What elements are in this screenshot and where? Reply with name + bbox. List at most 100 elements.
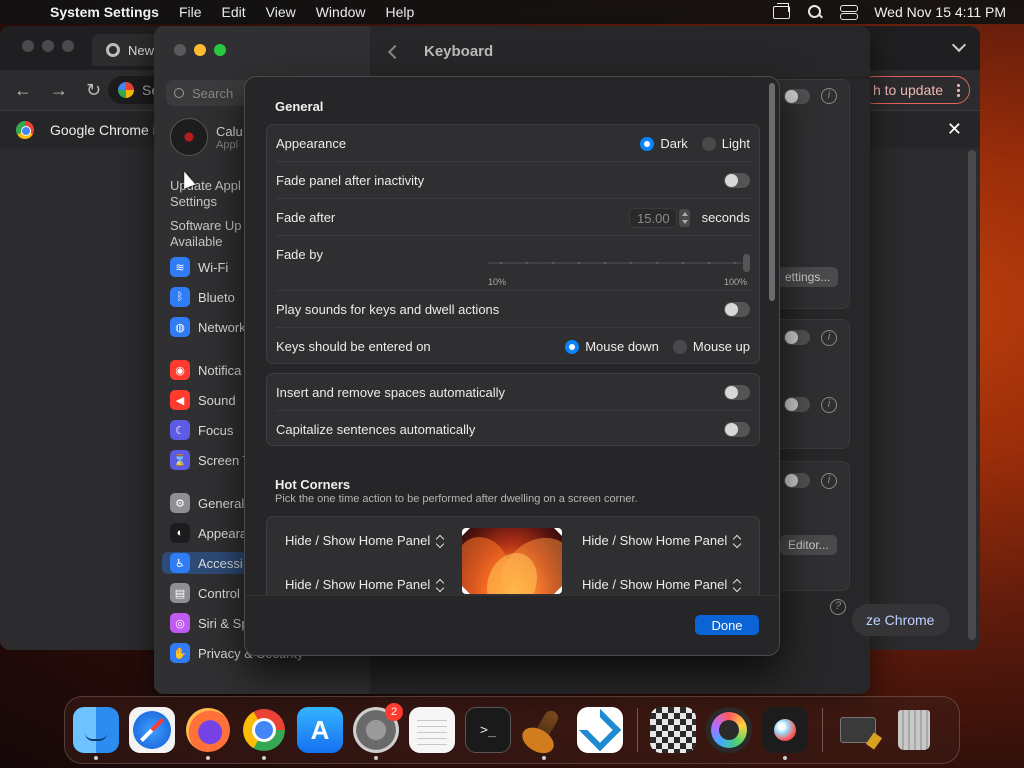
- search-icon: [174, 88, 184, 98]
- sidebar-item-blueto[interactable]: ᛒ Blueto: [170, 286, 235, 308]
- radio-dark-indicator[interactable]: [640, 137, 655, 152]
- help-icon[interactable]: ?: [830, 599, 846, 615]
- sidebar-item-control[interactable]: ▤ Control: [170, 582, 240, 604]
- chrome-scrollbar[interactable]: [968, 150, 976, 640]
- downloads-folder-icon[interactable]: [835, 707, 881, 753]
- chrome-minimize-button[interactable]: [42, 40, 54, 52]
- menu-view[interactable]: View: [266, 4, 296, 20]
- garageband-icon[interactable]: [521, 707, 567, 760]
- settings-close-button[interactable]: [174, 44, 186, 56]
- settings-zoom-button[interactable]: [214, 44, 226, 56]
- corner-top-right-marker: [554, 528, 562, 536]
- hot-corner-bottom-right-select[interactable]: Hide / Show Home Panel: [582, 577, 743, 592]
- radio-mouse-down[interactable]: Mouse down: [565, 339, 659, 355]
- chrome-window-controls: [22, 40, 74, 52]
- done-button[interactable]: Done: [695, 615, 759, 635]
- safari-icon[interactable]: [129, 707, 175, 753]
- system-settings-icon[interactable]: 2: [353, 703, 403, 760]
- menu-window[interactable]: Window: [316, 4, 366, 20]
- info-icon-3[interactable]: i: [821, 397, 837, 413]
- optimize-chrome-button[interactable]: ze Chrome: [852, 604, 951, 636]
- sidebar-item-appeara[interactable]: ◐ Appeara: [170, 522, 247, 544]
- trash-icon[interactable]: [891, 707, 937, 753]
- sidebar-item-icon: ☾: [170, 420, 190, 440]
- more-vertical-icon[interactable]: [957, 83, 960, 97]
- back-chevron-icon[interactable]: [387, 44, 403, 59]
- radio-light-indicator[interactable]: [701, 137, 716, 152]
- info-icon-2[interactable]: i: [821, 330, 837, 346]
- sidebar-item-focus[interactable]: ☾ Focus: [170, 419, 233, 441]
- sidebar-item-notifica[interactable]: ◉ Notifica: [170, 359, 241, 381]
- textedit-icon[interactable]: [409, 707, 455, 753]
- info-icon-4[interactable]: i: [821, 473, 837, 489]
- chrome-icon[interactable]: [241, 707, 287, 760]
- sidebar-item-screen-t[interactable]: ⌛ Screen T: [170, 449, 251, 471]
- sidebar-item-wi-fi[interactable]: ≋ Wi-Fi: [170, 256, 228, 278]
- radio-light[interactable]: Light: [701, 136, 750, 152]
- update-apple-id-link[interactable]: Update Appl Settings: [170, 178, 241, 210]
- menu-clock[interactable]: Wed Nov 15 4:11 PM: [874, 4, 1006, 20]
- updown-chevron-icon: [733, 534, 743, 548]
- chrome-update-button[interactable]: h to update: [859, 76, 970, 104]
- bg-editor-button[interactable]: Editor...: [780, 535, 837, 555]
- menu-file[interactable]: File: [179, 4, 202, 20]
- bg-settings-button[interactable]: ettings...: [777, 267, 839, 287]
- menu-edit[interactable]: Edit: [222, 4, 246, 20]
- back-arrow-icon[interactable]: ←: [14, 80, 32, 101]
- chrome-zoom-button[interactable]: [62, 40, 74, 52]
- fade-after-stepper-button[interactable]: [678, 208, 690, 227]
- menu-app-name[interactable]: System Settings: [50, 4, 159, 20]
- fade-panel-toggle[interactable]: [724, 173, 750, 188]
- terminal-icon[interactable]: >_: [465, 707, 511, 753]
- close-icon[interactable]: ✕: [947, 119, 962, 140]
- spotlight-search-icon[interactable]: [808, 5, 822, 19]
- sidebar-item-general[interactable]: ⚙ General: [170, 492, 244, 514]
- reload-icon[interactable]: ↻: [86, 80, 101, 101]
- forward-arrow-icon[interactable]: →: [50, 80, 68, 101]
- radio-mouse-up-indicator[interactable]: [672, 340, 687, 355]
- control-center-icon[interactable]: [840, 5, 859, 20]
- fade-after-input[interactable]: 15.00: [628, 207, 677, 228]
- chevron-down-icon[interactable]: [951, 37, 967, 53]
- settings-minimize-button[interactable]: [194, 44, 206, 56]
- color-picker-icon[interactable]: [706, 707, 752, 753]
- sidebar-item-label: Sound: [198, 392, 236, 408]
- sidebar-item-network[interactable]: ◍ Network: [170, 316, 246, 338]
- hot-corner-top-right-select[interactable]: Hide / Show Home Panel: [582, 533, 743, 548]
- radio-mouse-down-indicator[interactable]: [565, 340, 580, 355]
- window-switcher-icon[interactable]: [773, 2, 791, 19]
- sidebar-item-icon: ◍: [170, 317, 190, 337]
- bg-toggle-3[interactable]: [784, 397, 810, 412]
- finder-icon[interactable]: [73, 707, 119, 760]
- fade-by-slider-ticks: [488, 261, 748, 265]
- screen-recorder-icon[interactable]: [762, 707, 808, 760]
- apple-id-row[interactable]: Calu Appl: [170, 118, 243, 156]
- radio-mouse-up[interactable]: Mouse up: [672, 339, 750, 355]
- bg-toggle-1[interactable]: [784, 89, 810, 104]
- vscode-icon[interactable]: [577, 707, 623, 753]
- update-text-line-2: Settings: [170, 194, 217, 209]
- fade-after-row: Fade after 15.00 seconds: [267, 199, 759, 236]
- insert-spaces-toggle[interactable]: [724, 385, 750, 400]
- sidebar-item-siri-sp[interactable]: ◎ Siri & Sp: [170, 612, 249, 634]
- radio-dark[interactable]: Dark: [640, 136, 688, 152]
- hot-corner-bottom-left-select[interactable]: Hide / Show Home Panel: [285, 577, 446, 592]
- bg-toggle-2[interactable]: [784, 330, 810, 345]
- capitalize-toggle[interactable]: [724, 422, 750, 437]
- hot-corner-top-left-select[interactable]: Hide / Show Home Panel: [285, 533, 446, 548]
- optimize-chrome-label: ze Chrome: [866, 612, 935, 628]
- fade-by-slider-thumb[interactable]: [743, 254, 750, 272]
- sidebar-item-sound[interactable]: ◀ Sound: [170, 389, 236, 411]
- hot-corners-subtitle: Pick the one time action to be performed…: [275, 493, 638, 505]
- play-sounds-toggle[interactable]: [724, 302, 750, 317]
- chrome-close-button[interactable]: [22, 40, 34, 52]
- bg-toggle-4[interactable]: [784, 473, 810, 488]
- info-icon[interactable]: i: [821, 88, 837, 104]
- menu-help[interactable]: Help: [386, 4, 415, 20]
- firefox-icon[interactable]: [185, 707, 231, 760]
- app-store-icon[interactable]: A: [297, 707, 343, 753]
- software-update-link[interactable]: Software Up Available: [170, 218, 242, 250]
- chess-icon[interactable]: [650, 707, 696, 753]
- update-label: h to update: [872, 82, 943, 98]
- dialog-scrollbar[interactable]: [769, 83, 775, 301]
